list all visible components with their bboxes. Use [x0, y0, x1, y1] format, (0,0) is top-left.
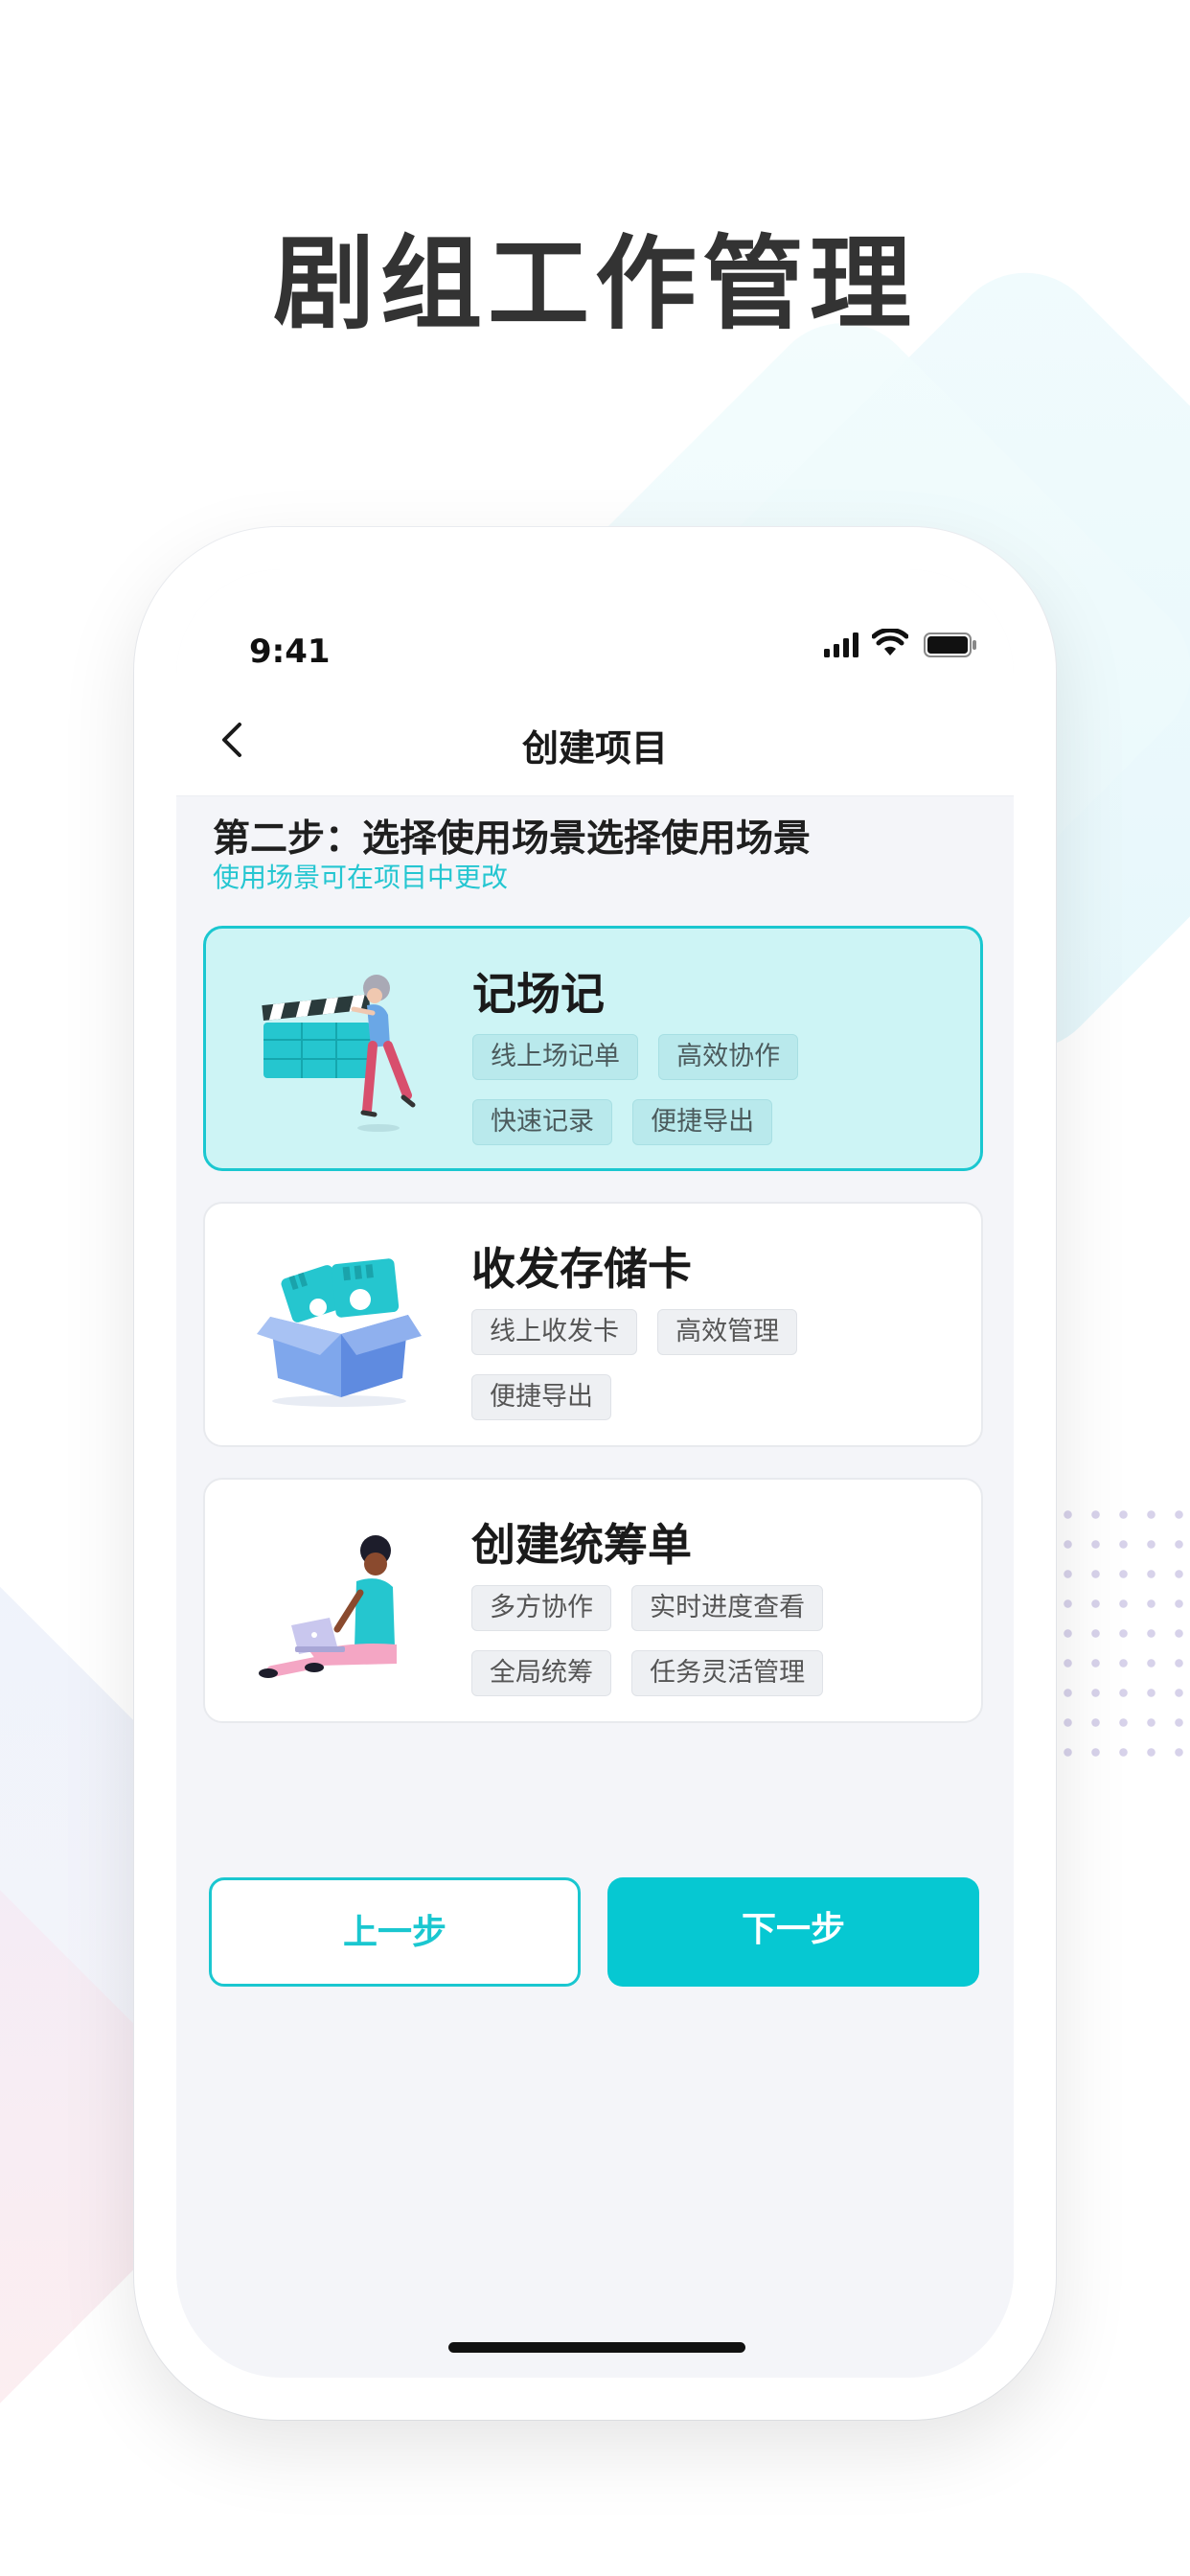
phone-screen: 9:41 创建项目 第二步：选择使用场景选择使用场景 使用场景可在项目中更改 记… [176, 569, 1014, 2378]
phone-frame: 9:41 创建项目 第二步：选择使用场景选择使用场景 使用场景可在项目中更改 记… [134, 527, 1056, 2420]
feature-tag: 线上场记单 [472, 1034, 638, 1080]
status-time: 9:41 [249, 632, 331, 671]
card-title: 记场记 [472, 968, 605, 1020]
tag-group: 线上场记单 高效协作 快速记录 便捷导出 [472, 1034, 971, 1164]
next-step-button[interactable]: 下一步 [607, 1877, 979, 1987]
hero-title: 剧组工作管理 [273, 225, 917, 343]
nav-title: 创建项目 [521, 727, 668, 770]
dot-pattern [1054, 1500, 1190, 1778]
tag-group: 多方协作 实时进度查看 全局统筹 任务灵活管理 [471, 1585, 970, 1715]
scenario-card-record[interactable]: 记场记 线上场记单 高效协作 快速记录 便捷导出 [203, 926, 983, 1171]
card-title: 创建统筹单 [471, 1519, 692, 1571]
feature-tag: 多方协作 [471, 1585, 611, 1631]
feature-tag: 便捷导出 [471, 1374, 611, 1420]
feature-tag: 任务灵活管理 [631, 1650, 824, 1696]
feature-tag: 实时进度查看 [631, 1585, 824, 1631]
feature-tag: 全局统筹 [471, 1650, 611, 1696]
scenario-card-schedule[interactable]: 创建统筹单 多方协作 实时进度查看 全局统筹 任务灵活管理 [203, 1478, 983, 1723]
tag-group: 线上收发卡 高效管理 便捷导出 [471, 1309, 970, 1439]
feature-tag: 高效协作 [658, 1034, 799, 1080]
navigation-bar: 创建项目 [176, 684, 1014, 796]
step-subtitle: 使用场景可在项目中更改 [213, 862, 509, 893]
person-laptop-illustration [259, 1535, 397, 1678]
memory-card-box-illustration [257, 1258, 422, 1407]
feature-tag: 线上收发卡 [471, 1309, 637, 1355]
step-title: 第二步：选择使用场景选择使用场景 [213, 817, 812, 861]
signal-icon [824, 632, 858, 657]
wifi-icon [872, 629, 908, 656]
card-title: 收发存储卡 [471, 1243, 692, 1295]
feature-tag: 高效管理 [657, 1309, 798, 1355]
feature-tag: 快速记录 [472, 1099, 612, 1145]
clapperboard-illustration [262, 975, 416, 1132]
status-bar: 9:41 [176, 569, 1014, 684]
home-indicator[interactable] [448, 2342, 745, 2353]
feature-tag: 便捷导出 [632, 1099, 773, 1145]
battery-icon [924, 632, 976, 657]
prev-step-button[interactable]: 上一步 [209, 1877, 581, 1987]
scenario-card-memory-card[interactable]: 收发存储卡 线上收发卡 高效管理 便捷导出 [203, 1202, 983, 1447]
